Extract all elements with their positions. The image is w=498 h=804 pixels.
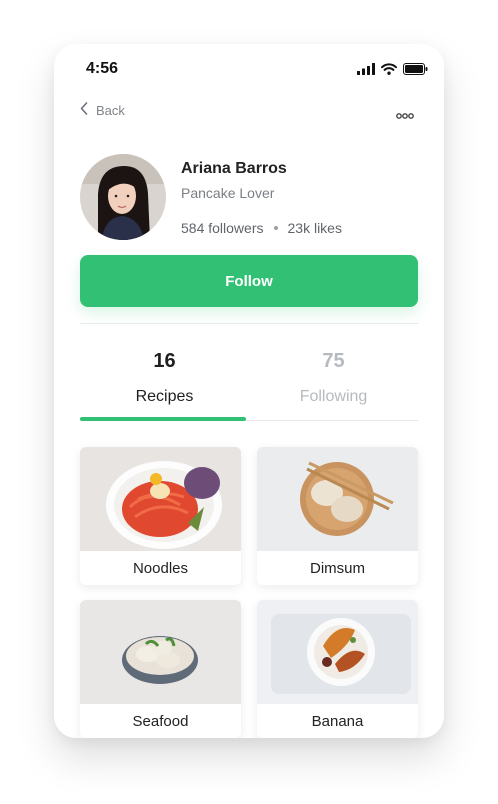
- recipes-count: 16: [153, 350, 176, 372]
- recipe-card-dimsum[interactable]: Dimsum: [257, 447, 418, 585]
- separator-dot: [273, 226, 278, 230]
- banana-photo: [257, 600, 418, 704]
- status-time: 4:56: [86, 60, 119, 77]
- more-horizontal-icon: [396, 106, 414, 123]
- avatar[interactable]: [80, 154, 166, 240]
- status-icons: [357, 62, 428, 80]
- phone-screen: 4:56 Back Ariana Barros Pancake Lover 58…: [54, 44, 444, 738]
- chevron-left-icon: [80, 102, 88, 118]
- back-label: Back: [96, 102, 125, 118]
- likes-count: 23k likes: [287, 220, 342, 236]
- recipe-label: Banana: [311, 712, 364, 730]
- following-count: 75: [322, 350, 345, 372]
- noodles-photo: [80, 447, 241, 551]
- profile-name: Ariana Barros: [181, 160, 287, 177]
- wifi-icon: [381, 62, 397, 80]
- tab-following[interactable]: 75 Following: [249, 350, 418, 406]
- follow-button[interactable]: Follow: [80, 255, 418, 307]
- recipe-label: Seafood: [132, 712, 189, 730]
- tab-indicator: [80, 417, 246, 421]
- profile-tagline: Pancake Lover: [181, 185, 275, 201]
- profile-stats: 584 followers 23k likes: [181, 220, 342, 236]
- dimsum-photo: [257, 447, 418, 551]
- more-options-button[interactable]: [396, 106, 414, 124]
- divider: [80, 323, 418, 324]
- recipe-label: Dimsum: [310, 559, 365, 577]
- recipe-card-seafood[interactable]: Seafood: [80, 600, 241, 738]
- following-label: Following: [299, 388, 368, 405]
- seafood-photo: [80, 600, 241, 704]
- recipe-card-noodles[interactable]: Noodles: [80, 447, 241, 585]
- recipes-label: Recipes: [135, 388, 194, 405]
- recipe-label: Noodles: [132, 559, 189, 577]
- battery-icon: [403, 62, 428, 80]
- tab-recipes[interactable]: 16 Recipes: [80, 350, 249, 406]
- signal-icon: [357, 62, 375, 80]
- back-button[interactable]: Back: [80, 102, 125, 118]
- recipe-card-banana[interactable]: Banana: [257, 600, 418, 738]
- followers-count: 584 followers: [181, 220, 264, 236]
